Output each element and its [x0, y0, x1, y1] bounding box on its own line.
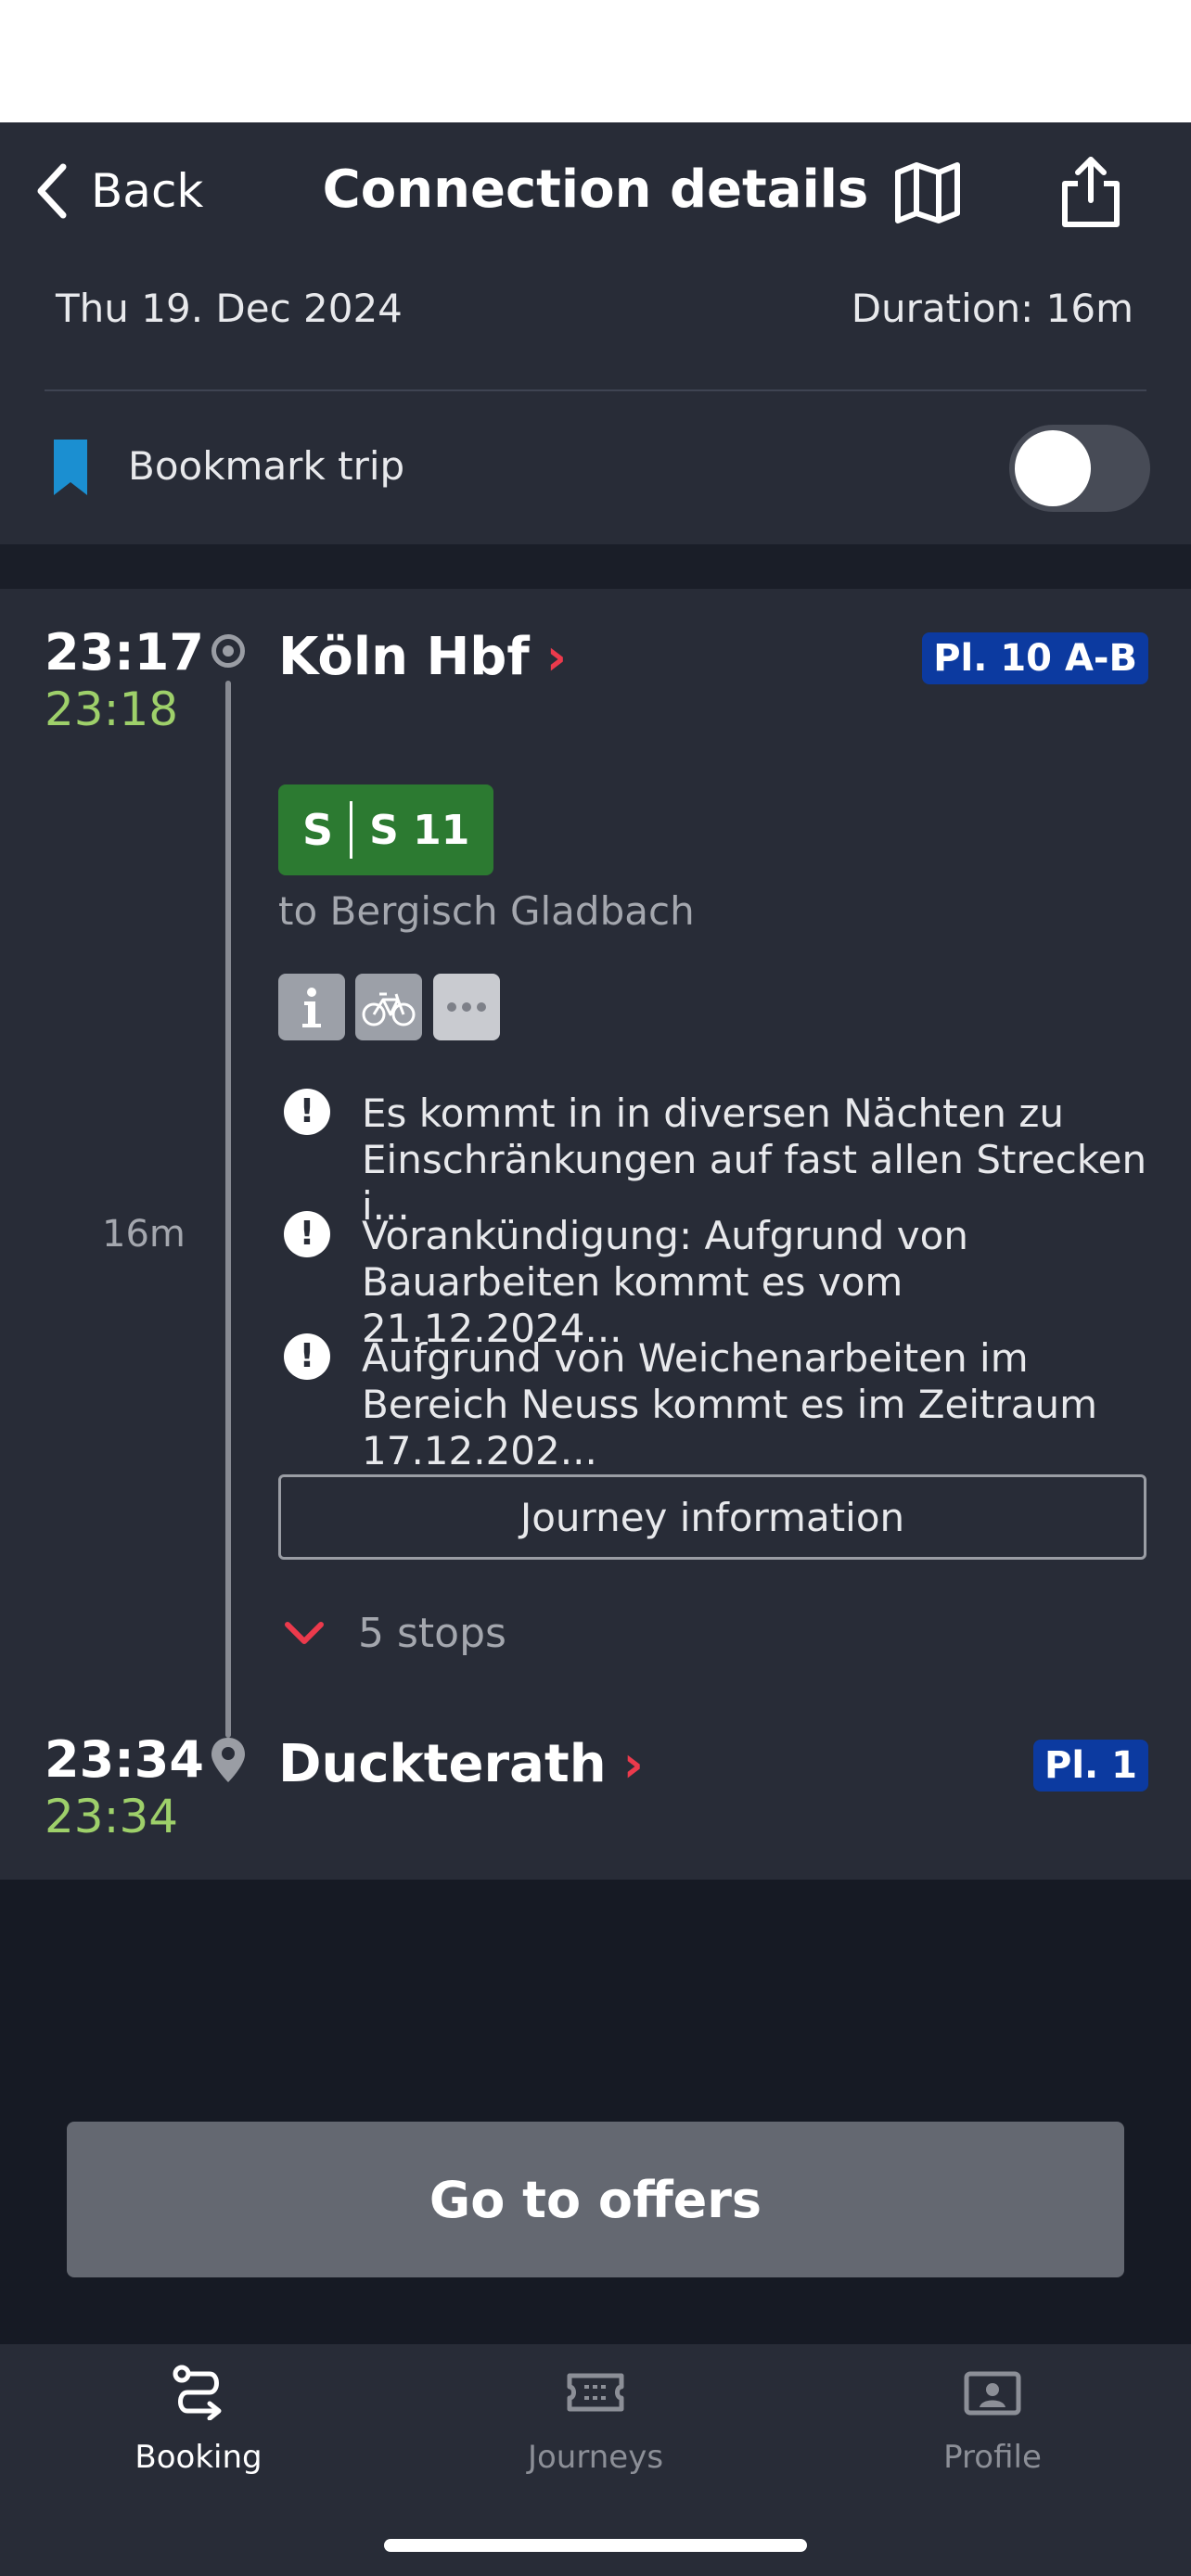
trip-date: Thu 19. Dec 2024 [56, 286, 403, 331]
warning-icon: ! [284, 1211, 330, 1257]
home-indicator [384, 2539, 807, 2552]
section-gap [0, 544, 1191, 589]
go-to-offers-button[interactable]: Go to offers [67, 2122, 1124, 2277]
badge-separator [350, 801, 353, 859]
line-name: S 11 [369, 806, 470, 854]
status-bar [0, 0, 1191, 122]
arrival-time: 23:34 [45, 1730, 204, 1789]
chevron-right-icon: › [545, 628, 568, 686]
himmessage-2[interactable]: Vorankündigung: Aufgrund von Bauarbeiten… [362, 1213, 1150, 1352]
warning-icon: ! [284, 1089, 330, 1135]
more-glyph [447, 1002, 486, 1012]
ticket-icon [567, 2373, 624, 2412]
bookmark-label: Bookmark trip [128, 443, 405, 489]
stops-label: 5 stops [358, 1610, 506, 1657]
journey-information-button[interactable]: Journey information [278, 1474, 1146, 1560]
trip-duration: Duration: 16m [851, 286, 1133, 331]
stops-toggle[interactable]: 5 stops [284, 1610, 506, 1657]
divider [45, 389, 1146, 391]
tab-label: Journeys [527, 2439, 664, 2476]
tab-booking[interactable]: Booking [0, 2365, 397, 2476]
line-badge[interactable]: S S 11 [278, 784, 494, 875]
tab-label: Booking [134, 2439, 263, 2476]
himmessage-3[interactable]: Aufgrund von Weichenarbeiten im Bereich … [362, 1335, 1150, 1474]
departure-station-name: Köln Hbf [278, 627, 530, 687]
tab-profile[interactable]: Profile [794, 2365, 1191, 2476]
himmessage-1[interactable]: Es kommt in in diversen Nächten zu Einsc… [362, 1090, 1150, 1230]
tab-label: Profile [943, 2439, 1042, 2476]
line-direction: to Bergisch Gladbach [278, 888, 695, 934]
location-pin-icon [211, 1738, 245, 1782]
arrival-realtime: 23:34 [45, 1790, 179, 1843]
timeline-line [225, 681, 231, 1738]
departure-realtime: 23:18 [45, 682, 179, 736]
departure-station[interactable]: Köln Hbf › [278, 627, 567, 687]
segment-duration: 16m [102, 1213, 186, 1256]
share-button[interactable] [1052, 152, 1130, 230]
more-icon[interactable] [433, 974, 500, 1040]
departure-marker-dot [223, 645, 234, 657]
tab-journeys[interactable]: Journeys [397, 2365, 794, 2476]
arrival-station-name: Duckterath [278, 1734, 607, 1794]
bookmark-icon [54, 440, 87, 495]
share-icon [1062, 157, 1120, 227]
departure-time: 23:17 [45, 623, 204, 682]
map-button[interactable] [890, 156, 965, 230]
departure-platform-badge: Pl. 10 A-B [922, 632, 1148, 684]
bicycle-glyph [362, 992, 416, 1027]
arrival-station[interactable]: Duckterath › [278, 1734, 644, 1794]
warning-icon: ! [284, 1333, 330, 1380]
bicycle-icon[interactable] [355, 974, 422, 1040]
info-glyph [302, 988, 321, 1027]
route-icon [173, 2365, 222, 2420]
chevron-down-icon [285, 1621, 324, 1644]
toggle-knob [1015, 430, 1091, 506]
profile-icon [964, 2371, 1021, 2416]
arrival-platform-badge: Pl. 1 [1033, 1740, 1148, 1792]
chevron-right-icon: › [622, 1735, 644, 1793]
product-label: S [302, 805, 334, 855]
page-title: Connection details [322, 159, 869, 220]
info-icon[interactable] [278, 974, 345, 1040]
map-icon [895, 162, 960, 223]
